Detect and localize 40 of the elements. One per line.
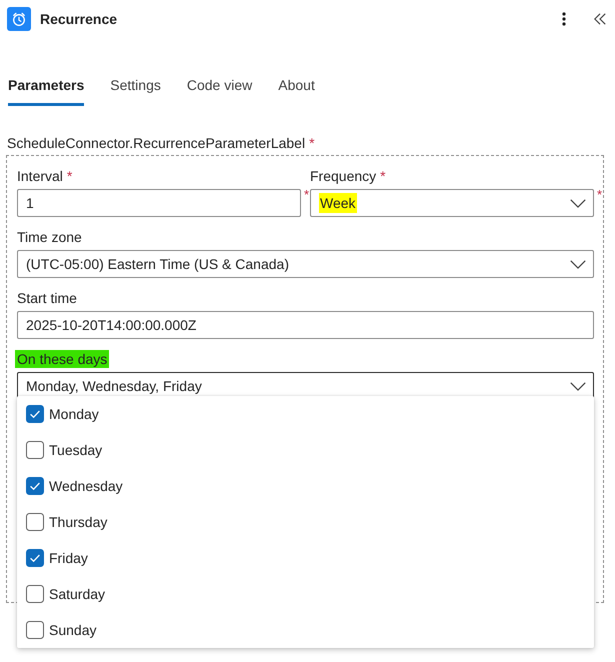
panel-title: Recurrence — [40, 10, 118, 29]
checkbox[interactable] — [26, 513, 44, 531]
text-field[interactable]: 2025-10-20T14:00:00.000Z — [17, 311, 594, 339]
checkbox[interactable] — [26, 621, 44, 639]
double-chevron-left-icon[interactable] — [594, 13, 606, 25]
tab[interactable]: Code view — [186, 75, 252, 106]
tab[interactable]: About — [278, 75, 315, 106]
tab[interactable]: Settings — [110, 75, 161, 106]
required-mark: * — [303, 189, 310, 204]
dropdown-field[interactable]: Week — [310, 189, 594, 217]
menu-option[interactable]: Wednesday — [17, 468, 594, 504]
tab[interactable]: Parameters — [8, 75, 84, 106]
chevron-down-icon — [570, 382, 586, 390]
required-mark: * — [596, 189, 603, 204]
checkbox[interactable] — [26, 405, 44, 423]
chevron-down-icon — [570, 260, 586, 268]
highlighted-value: Week — [319, 193, 357, 213]
chevron-down-icon — [570, 198, 586, 208]
menu-option[interactable]: Friday — [17, 540, 594, 576]
menu-option[interactable]: Saturday — [17, 576, 594, 612]
menu-option[interactable]: Tuesday — [17, 432, 594, 468]
field-label: Start time — [17, 290, 77, 306]
required-mark: * — [309, 135, 315, 151]
highlighted-label: On these days — [15, 350, 110, 368]
checkbox[interactable] — [26, 585, 44, 603]
required-mark: * — [66, 168, 72, 184]
menu-option[interactable]: Thursday — [17, 504, 594, 540]
alarm-clock-icon — [7, 7, 31, 31]
dropdown-field[interactable]: (UTC-05:00) Eastern Time (US & Canada) — [17, 250, 594, 278]
more-options-icon[interactable] — [562, 12, 566, 26]
menu-option[interactable]: Sunday — [17, 612, 594, 648]
field-label: Frequency — [310, 168, 376, 184]
field-label: Interval — [17, 168, 63, 184]
text-field[interactable]: 1 — [17, 189, 301, 217]
field-label: Time zone — [17, 229, 82, 245]
required-mark: * — [380, 168, 386, 184]
group-label: ScheduleConnector.RecurrenceParameterLabel — [7, 135, 306, 151]
checkbox[interactable] — [26, 549, 44, 567]
checkbox[interactable] — [26, 441, 44, 459]
checkbox[interactable] — [26, 477, 44, 495]
